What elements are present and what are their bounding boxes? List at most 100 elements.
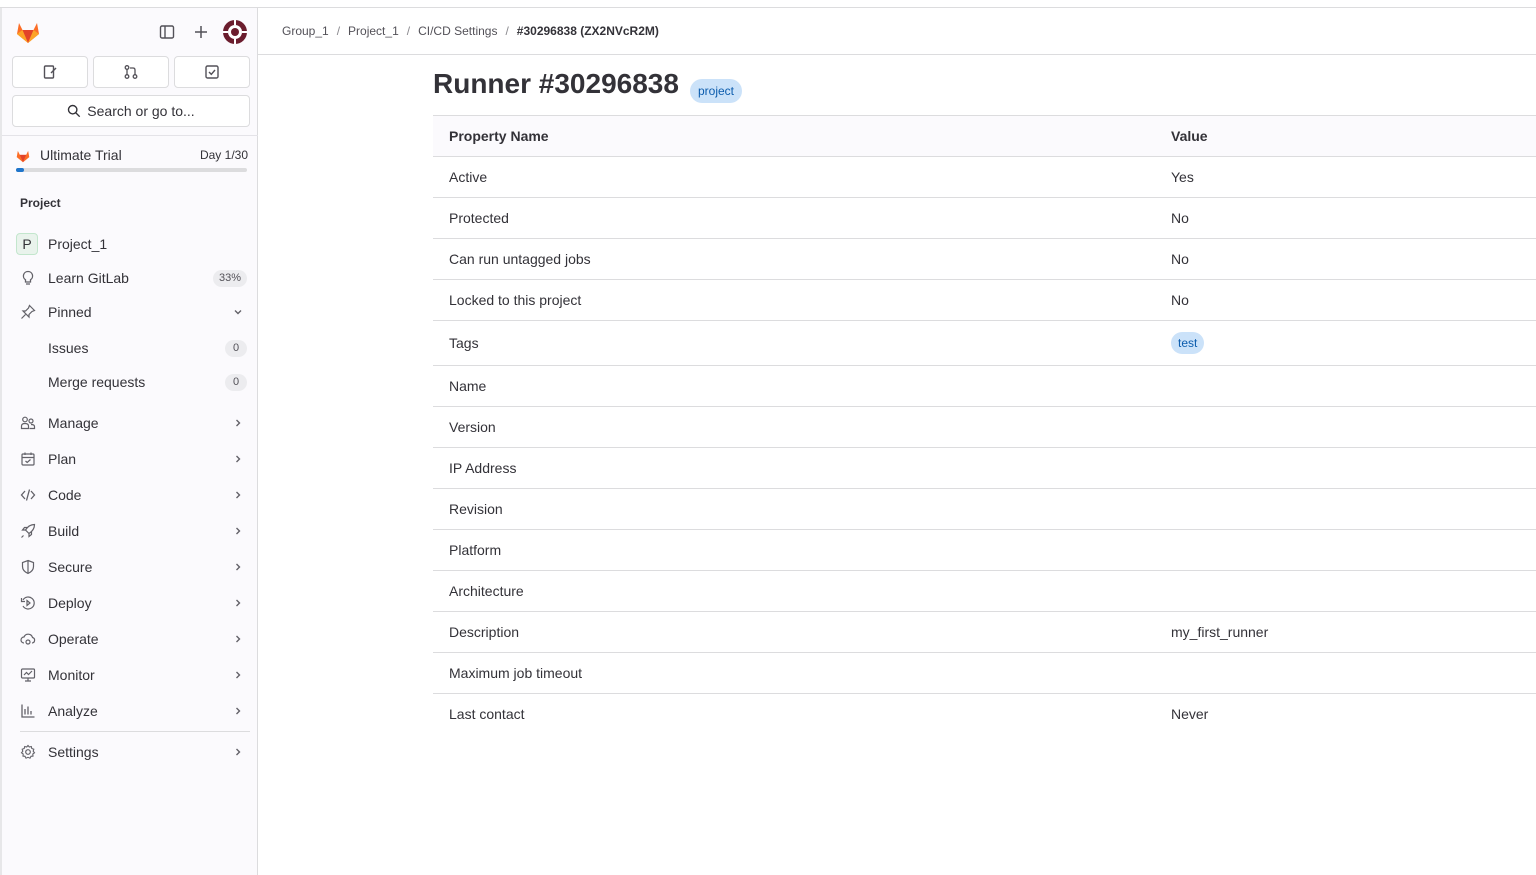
table-row: Description my_first_runner: [433, 611, 1536, 653]
breadcrumb-cicd-settings[interactable]: CI/CD Settings: [418, 24, 497, 38]
merge-requests-shortcut-button[interactable]: [93, 56, 169, 88]
sidebar-item-settings[interactable]: Settings: [12, 736, 250, 768]
gitlab-logo-icon[interactable]: [14, 18, 42, 46]
table-row: Locked to this project No: [433, 279, 1536, 321]
collapse-sidebar-icon[interactable]: [155, 20, 179, 44]
header-divider: [258, 54, 1536, 55]
learn-progress-badge: 33%: [212, 269, 247, 287]
sidebar-item-analyze[interactable]: Analyze: [12, 695, 250, 727]
property-name: Locked to this project: [433, 279, 1155, 321]
sidebar-item-label: Project_1: [48, 236, 108, 252]
property-value: [1155, 488, 1536, 530]
plus-icon[interactable]: [189, 20, 213, 44]
sidebar-item-secure[interactable]: Secure: [12, 551, 250, 583]
breadcrumb-separator: /: [505, 24, 509, 38]
property-value: No: [1155, 238, 1536, 280]
property-value: my_first_runner: [1155, 611, 1536, 653]
breadcrumb-current[interactable]: #30296838 (ZX2NVcR2M): [517, 24, 659, 38]
table-row: Last contact Never: [433, 694, 1536, 735]
project-avatar: P: [16, 233, 38, 255]
runner-properties-table: Property Name Value Active Yes Protected N…: [433, 115, 1536, 735]
search-button[interactable]: Search or go to...: [12, 95, 250, 127]
property-name: Active: [433, 156, 1155, 198]
sidebar-item-project[interactable]: P Project_1: [12, 228, 250, 260]
sidebar-item-manage[interactable]: Manage: [12, 407, 250, 439]
table-row: Can run untagged jobs No: [433, 238, 1536, 280]
issues-icon: [43, 65, 57, 79]
sidebar-item-merge-requests[interactable]: Merge requests 0: [12, 366, 250, 398]
sidebar-item-code[interactable]: Code: [12, 479, 250, 511]
sidebar-item-plan[interactable]: Plan: [12, 443, 250, 475]
sidebar-item-monitor[interactable]: Monitor: [12, 659, 250, 691]
table-row: Version: [433, 406, 1536, 448]
code-icon: [20, 487, 36, 503]
sidebar-item-deploy[interactable]: Deploy: [12, 587, 250, 619]
table-row: Tags test: [433, 320, 1536, 366]
breadcrumb-group[interactable]: Group_1: [282, 24, 329, 38]
table-row: Revision: [433, 488, 1536, 530]
todo-shortcut-button[interactable]: [174, 56, 250, 88]
chevron-down-icon: [230, 304, 246, 320]
chevron-right-icon: [230, 744, 246, 760]
property-value: [1155, 406, 1536, 448]
search-icon: [68, 104, 81, 118]
sidebar-item-label: Issues: [48, 340, 89, 356]
issues-shortcut-button[interactable]: [12, 56, 88, 88]
browser-top-strip: [0, 0, 1536, 8]
sidebar-item-operate[interactable]: Operate: [12, 623, 250, 655]
chart-icon: [20, 703, 36, 719]
lightbulb-icon: [20, 270, 36, 286]
breadcrumb: Group_1 / Project_1 / CI/CD Settings / #…: [282, 23, 659, 39]
sidebar-item-label: Settings: [48, 744, 99, 760]
chevron-right-icon: [230, 415, 246, 431]
trial-widget[interactable]: Ultimate Trial Day 1/30: [14, 147, 248, 181]
breadcrumb-separator: /: [406, 24, 411, 38]
sidebar-item-label: Manage: [48, 415, 99, 431]
breadcrumb-separator: /: [336, 24, 341, 38]
cloud-gear-icon: [20, 631, 36, 647]
todo-icon: [205, 65, 219, 79]
property-name: Version: [433, 406, 1155, 448]
deploy-icon: [20, 595, 36, 611]
table-header-row: Property Name Value: [433, 115, 1536, 157]
property-name: Description: [433, 611, 1155, 653]
property-value: No: [1155, 279, 1536, 321]
user-avatar[interactable]: [222, 19, 248, 45]
chevron-right-icon: [230, 487, 246, 503]
page-title: Runner #30296838: [433, 68, 679, 99]
breadcrumb-project[interactable]: Project_1: [348, 24, 399, 38]
sidebar-item-label: Pinned: [48, 304, 92, 320]
sidebar-divider: [20, 731, 250, 732]
sidebar-item-label: Secure: [48, 559, 93, 575]
left-sidebar: Search or go to... Ultimate Trial Day 1/…: [0, 8, 258, 875]
sidebar-item-label: Learn GitLab: [48, 270, 129, 286]
sidebar-item-build[interactable]: Build: [12, 515, 250, 547]
property-value: [1155, 652, 1536, 694]
table-row: Name: [433, 365, 1536, 407]
property-name: Name: [433, 365, 1155, 407]
table-row: Maximum job timeout: [433, 652, 1536, 694]
sidebar-item-label: Plan: [48, 451, 77, 467]
sidebar-item-learn-gitlab[interactable]: Learn GitLab 33%: [12, 262, 250, 294]
table-row: Architecture: [433, 570, 1536, 612]
property-value: [1155, 365, 1536, 407]
property-name: IP Address: [433, 447, 1155, 489]
trial-progress-fill: [16, 168, 24, 172]
sidebar-item-pinned[interactable]: Pinned: [12, 296, 250, 328]
sidebar-section-label: Project: [20, 196, 61, 210]
column-header-value: Value: [1155, 115, 1536, 157]
chevron-right-icon: [230, 703, 246, 719]
property-name: Last contact: [449, 706, 525, 723]
sidebar-item-issues[interactable]: Issues 0: [12, 332, 250, 364]
merge-requests-count-badge: 0: [225, 373, 247, 391]
table-row: IP Address: [433, 447, 1536, 489]
sidebar-item-label: Deploy: [48, 595, 92, 611]
property-value: Yes: [1155, 156, 1536, 198]
issues-count-badge: 0: [225, 339, 247, 357]
chevron-right-icon: [230, 559, 246, 575]
merge-request-icon: [124, 65, 138, 79]
table-row: Active Yes: [433, 156, 1536, 198]
chevron-right-icon: [230, 451, 246, 467]
property-value: [1155, 447, 1536, 489]
gitlab-trial-icon: [16, 150, 30, 163]
